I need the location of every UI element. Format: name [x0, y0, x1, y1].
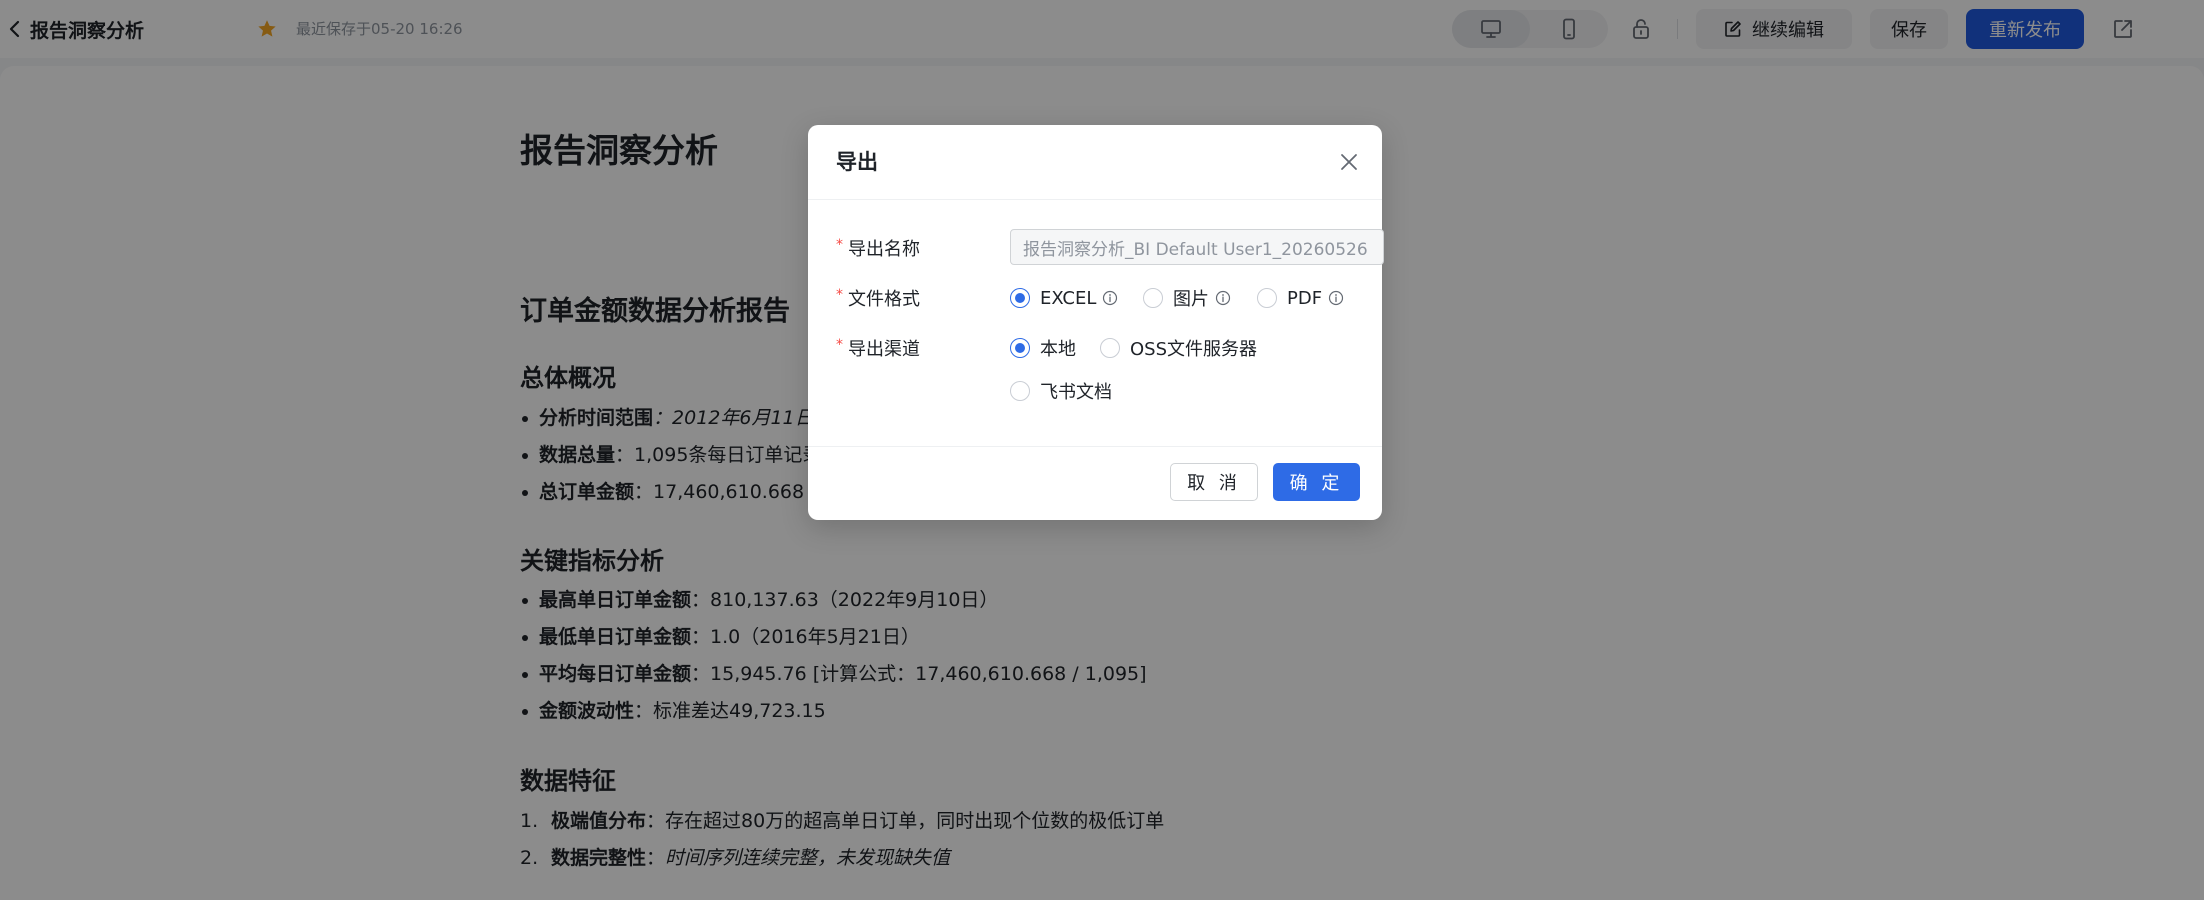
channel-option-local[interactable]: 本地 — [1010, 335, 1076, 361]
cancel-button[interactable]: 取 消 — [1170, 463, 1258, 501]
file-format-label-text: 文件格式 — [848, 289, 920, 310]
export-name-label-text: 导出名称 — [848, 239, 920, 260]
confirm-button[interactable]: 确 定 — [1273, 463, 1360, 501]
channel-feishu-radio[interactable] — [1010, 381, 1030, 401]
close-icon[interactable] — [1338, 151, 1360, 173]
format-option-pdf[interactable]: PDF — [1257, 288, 1344, 309]
channel-local-radio[interactable] — [1010, 338, 1030, 358]
channel-oss-radio[interactable] — [1100, 338, 1120, 358]
info-icon[interactable] — [1328, 290, 1344, 306]
format-excel-radio[interactable] — [1010, 288, 1030, 308]
format-image-radio[interactable] — [1143, 288, 1163, 308]
format-image-label: 图片 — [1173, 289, 1209, 310]
channel-local-label: 本地 — [1040, 339, 1076, 360]
info-icon[interactable] — [1215, 290, 1231, 306]
required-mark: * — [836, 337, 843, 353]
export-name-input[interactable] — [1010, 229, 1384, 265]
format-pdf-label: PDF — [1287, 287, 1323, 309]
format-option-excel[interactable]: EXCEL — [1010, 288, 1118, 309]
channel-oss-label: OSS文件服务器 — [1130, 339, 1258, 360]
dialog-footer-divider — [808, 446, 1382, 447]
channel-option-feishu[interactable]: 飞书文档 — [1010, 378, 1112, 404]
file-format-label: * 文件格式 — [836, 285, 976, 311]
required-mark: * — [836, 287, 843, 303]
format-pdf-radio[interactable] — [1257, 288, 1277, 308]
info-icon[interactable] — [1102, 290, 1118, 306]
channel-option-oss[interactable]: OSS文件服务器 — [1100, 335, 1257, 361]
export-dialog: 导出 * 导出名称 * 文件格式 EXCEL 图片 PDF * 导出渠道 本地 — [808, 125, 1384, 520]
export-name-label: * 导出名称 — [836, 235, 976, 261]
dialog-title: 导出 — [836, 150, 878, 174]
export-channel-label-text: 导出渠道 — [848, 339, 920, 360]
export-channel-label: * 导出渠道 — [836, 335, 976, 361]
format-excel-label: EXCEL — [1040, 287, 1097, 309]
format-option-image[interactable]: 图片 — [1143, 285, 1231, 311]
channel-feishu-label: 飞书文档 — [1040, 382, 1112, 403]
required-mark: * — [836, 237, 843, 253]
dialog-header: 导出 — [808, 125, 1382, 200]
